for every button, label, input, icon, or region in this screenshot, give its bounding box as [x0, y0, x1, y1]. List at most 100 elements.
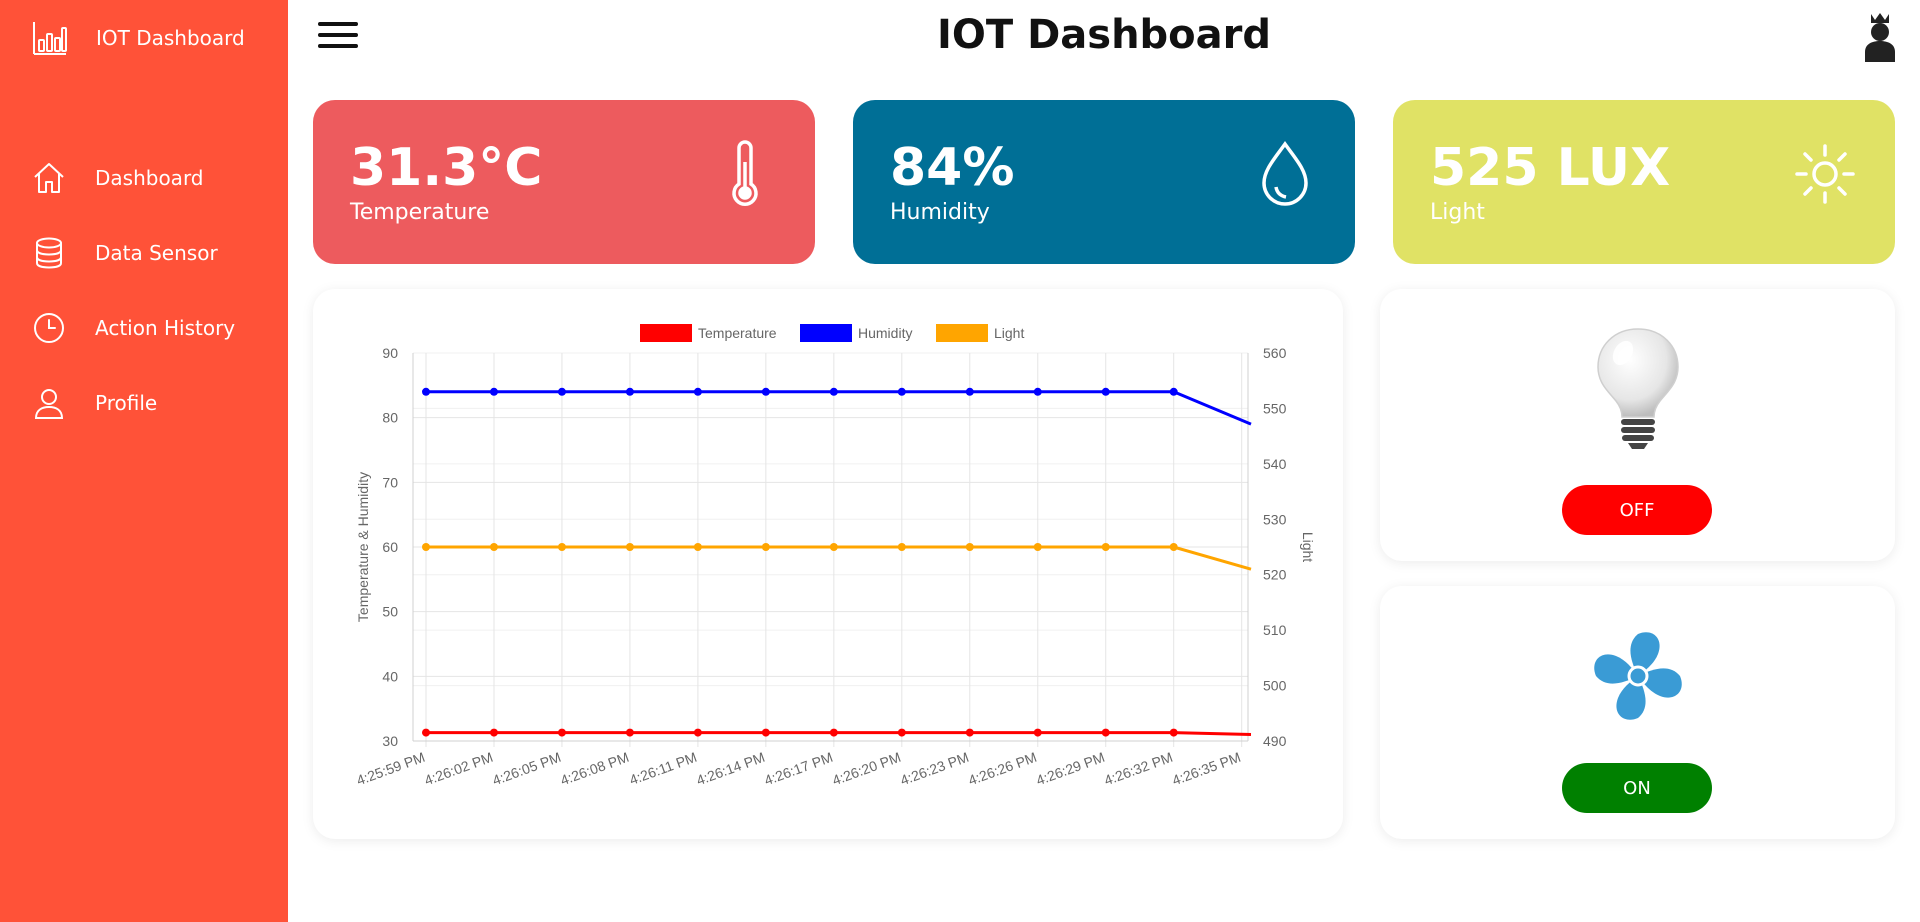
- sensor-chart-card: 30 40 50 60 70 80 90 490 500 510 520 530 540 550 560 4:…: [313, 289, 1343, 839]
- data-point-temperature: [693, 728, 702, 737]
- legend-label-humidity: Humidity: [858, 325, 912, 341]
- bulb-toggle-button[interactable]: OFF: [1562, 485, 1712, 535]
- humidity-value: 84%: [890, 138, 1015, 198]
- x-tick-label: 4:26:02 PM: [422, 749, 495, 789]
- y-tick-label: 30: [382, 733, 398, 749]
- fan-icon: [1593, 632, 1682, 720]
- data-point-light: [1169, 543, 1178, 551]
- light-label: Light: [1430, 200, 1485, 225]
- legend-swatch-humidity: [800, 324, 852, 342]
- page-title: IOT Dashboard: [936, 12, 1272, 58]
- bar-chart-icon: [33, 22, 67, 55]
- data-point-temperature: [897, 728, 906, 737]
- sidebar-item-dashboard[interactable]: Dashboard: [0, 140, 288, 215]
- home-icon: [34, 162, 64, 193]
- data-point-light: [625, 543, 634, 551]
- y2-tick-label: 550: [1263, 400, 1287, 416]
- data-point-light: [829, 543, 838, 551]
- sidebar-item-label: Data Sensor: [95, 240, 218, 265]
- x-tick-label: 4:26:08 PM: [558, 749, 631, 789]
- x-tick-label: 4:26:05 PM: [490, 749, 563, 789]
- sidebar-item-profile[interactable]: Profile: [0, 365, 288, 440]
- data-point-temperature: [1033, 728, 1042, 737]
- sidebar-item-label: Profile: [95, 390, 158, 415]
- sidebar-item-label: Action History: [95, 315, 236, 340]
- humidity-card: 84% Humidity: [853, 100, 1355, 264]
- data-point-light: [489, 543, 498, 551]
- sensor-line-chart: 30 40 50 60 70 80 90 490 500 510 520 530 540 550 560 4:…: [354, 324, 1316, 789]
- legend-swatch-light: [936, 324, 988, 342]
- light-bulb-icon: [1596, 328, 1679, 449]
- sun-icon: [1795, 144, 1855, 204]
- temperature-label: Temperature: [350, 200, 490, 225]
- data-point-humidity: [965, 387, 974, 396]
- sidebar-item-action-history[interactable]: Action History: [0, 290, 288, 365]
- data-point-light: [422, 543, 430, 551]
- data-point-temperature: [1169, 728, 1178, 737]
- y2-tick-label: 490: [1263, 733, 1287, 749]
- data-point-humidity: [761, 387, 770, 396]
- data-point-humidity: [557, 387, 566, 396]
- data-point-humidity: [693, 387, 702, 396]
- x-tick-label: 4:26:14 PM: [694, 749, 767, 789]
- x-tick-label: 4:26:35 PM: [1170, 749, 1243, 789]
- bulb-control-card: OFF: [1380, 289, 1895, 561]
- x-tick-label: 4:26:23 PM: [898, 749, 971, 789]
- sidebar: IOT Dashboard Dashboard Data Sensor Acti…: [0, 0, 288, 922]
- king-avatar-icon[interactable]: [1862, 12, 1898, 64]
- data-point-humidity: [829, 387, 838, 396]
- x-tick-label: 4:26:26 PM: [966, 749, 1039, 789]
- sidebar-item-label: Dashboard: [95, 165, 204, 190]
- y2-axis-title: Light: [1300, 532, 1316, 562]
- y-tick-label: 80: [382, 410, 398, 426]
- sidebar-item-data-sensor[interactable]: Data Sensor: [0, 215, 288, 290]
- legend-label-light: Light: [994, 325, 1024, 341]
- y2-tick-label: 560: [1263, 345, 1287, 361]
- fan-toggle-button[interactable]: ON: [1562, 763, 1712, 813]
- data-point-humidity: [897, 387, 906, 396]
- water-drop-icon: [1262, 140, 1308, 206]
- x-tick-label: 4:26:17 PM: [762, 749, 835, 789]
- series-line-temperature: [426, 731, 1252, 737]
- light-value: 525 LUX: [1430, 138, 1671, 198]
- y2-tick-label: 520: [1263, 567, 1287, 583]
- data-point-humidity: [489, 387, 498, 396]
- y-tick-label: 90: [382, 345, 398, 361]
- data-point-temperature: [625, 728, 634, 737]
- legend-swatch-temperature: [640, 324, 692, 342]
- data-point-temperature: [1101, 728, 1110, 737]
- x-tick-label: 4:26:32 PM: [1102, 749, 1175, 789]
- user-icon: [34, 388, 64, 419]
- legend-label-temperature: Temperature: [698, 325, 777, 341]
- y2-tick-label: 540: [1263, 456, 1287, 472]
- data-point-light: [1033, 543, 1042, 551]
- thermometer-icon: [732, 140, 758, 206]
- x-tick-label: 4:26:29 PM: [1034, 749, 1107, 789]
- data-point-light: [1101, 543, 1110, 551]
- data-point-humidity: [422, 387, 430, 396]
- y2-tick-label: 500: [1263, 678, 1287, 694]
- clock-icon: [34, 312, 64, 343]
- data-point-humidity: [1101, 387, 1110, 396]
- y-tick-label: 70: [382, 474, 398, 490]
- data-point-light: [557, 543, 566, 551]
- data-point-temperature: [489, 728, 498, 737]
- data-point-temperature: [761, 728, 770, 737]
- data-point-humidity: [1169, 387, 1178, 396]
- series-line-light: [426, 545, 1252, 571]
- y-tick-label: 50: [382, 604, 398, 620]
- x-tick-label: 4:26:11 PM: [627, 749, 699, 788]
- light-card: 525 LUX Light: [1393, 100, 1895, 264]
- temperature-value: 31.3°C: [350, 138, 543, 198]
- y-tick-label: 60: [382, 539, 398, 555]
- data-point-temperature: [829, 728, 838, 737]
- data-point-light: [965, 543, 974, 551]
- data-point-humidity: [1033, 387, 1042, 396]
- data-point-humidity: [625, 387, 634, 396]
- x-tick-label: 4:26:20 PM: [830, 749, 903, 789]
- brand-label: IOT Dashboard: [96, 26, 245, 50]
- data-point-temperature: [965, 728, 974, 737]
- temperature-card: 31.3°C Temperature: [313, 100, 815, 264]
- brand[interactable]: IOT Dashboard: [32, 18, 245, 58]
- y2-tick-label: 510: [1263, 622, 1287, 638]
